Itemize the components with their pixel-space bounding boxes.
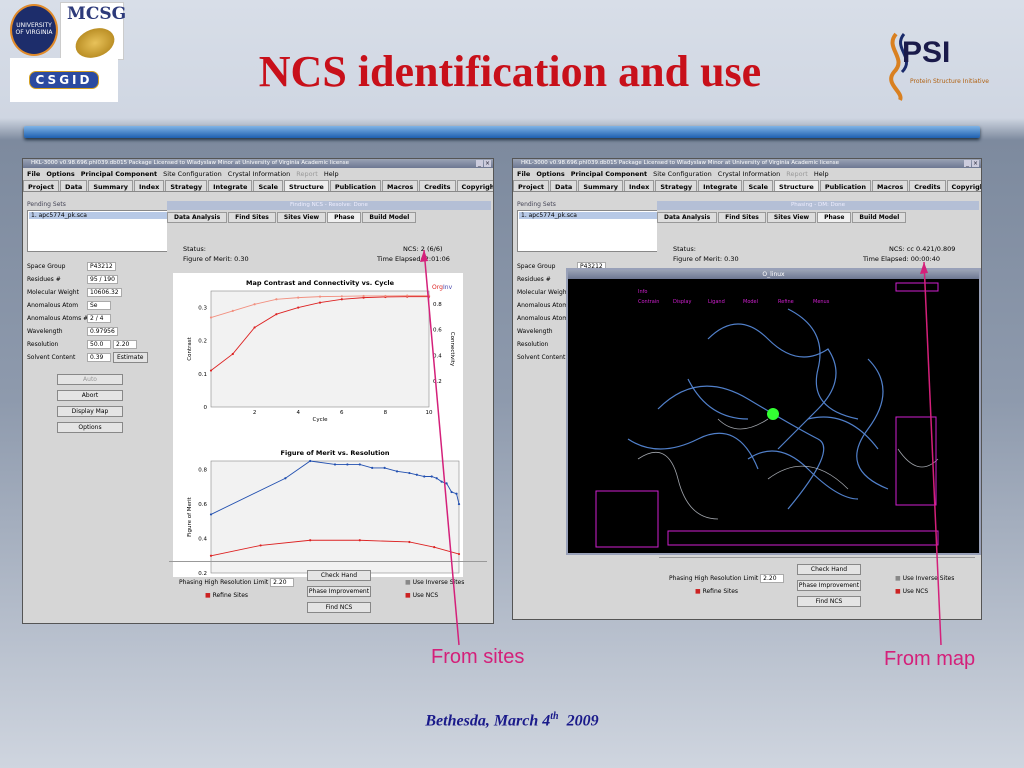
arrowhead-map <box>920 262 928 274</box>
arrow-from-map <box>923 261 942 646</box>
annotation-from-map: From map <box>884 648 976 670</box>
slide-footer: Bethesda, March 4th 2009 <box>425 711 599 730</box>
annotation-from-sites: From sites <box>431 646 525 668</box>
arrow-from-sites <box>423 249 460 646</box>
arrowhead-sites <box>420 250 428 262</box>
